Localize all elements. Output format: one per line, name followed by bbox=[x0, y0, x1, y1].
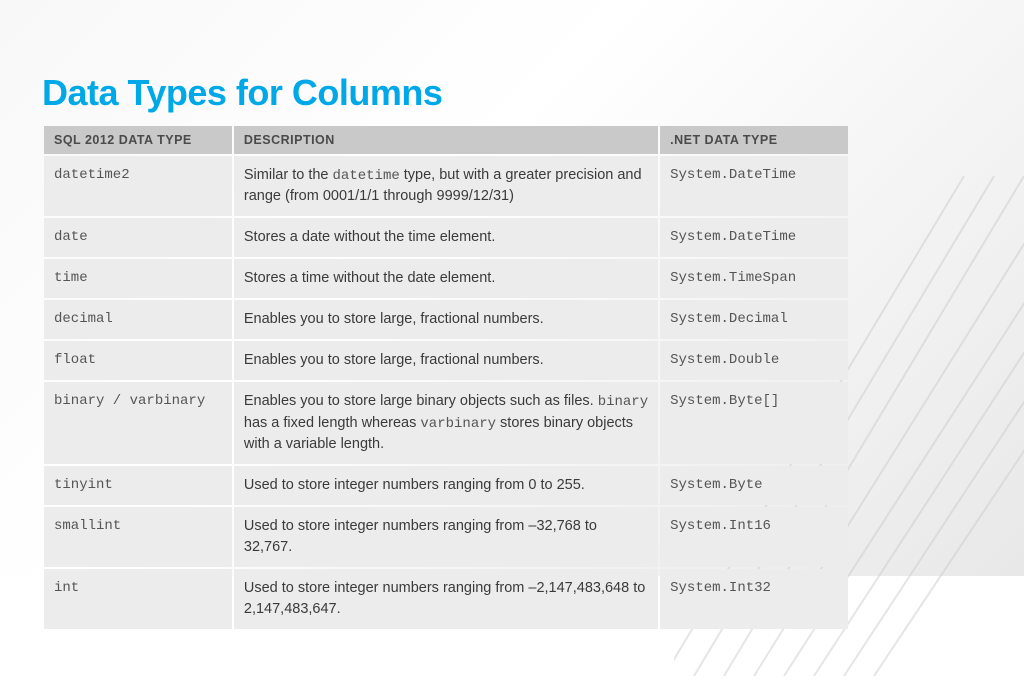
cell-sql-type: int bbox=[44, 569, 232, 629]
header-net: .NET DATA TYPE bbox=[660, 126, 848, 154]
cell-sql-type: tinyint bbox=[44, 466, 232, 505]
cell-sql-type: binary / varbinary bbox=[44, 382, 232, 464]
table-row: tinyintUsed to store integer numbers ran… bbox=[44, 466, 848, 505]
table-row: smallintUsed to store integer numbers ra… bbox=[44, 507, 848, 567]
cell-description: Used to store integer numbers ranging fr… bbox=[234, 507, 658, 567]
cell-net-type: System.DateTime bbox=[660, 218, 848, 257]
cell-net-type: System.DateTime bbox=[660, 156, 848, 216]
cell-description: Enables you to store large, fractional n… bbox=[234, 300, 658, 339]
data-types-table: SQL 2012 DATA TYPE DESCRIPTION .NET DATA… bbox=[42, 124, 850, 631]
cell-sql-type: datetime2 bbox=[44, 156, 232, 216]
cell-sql-type: decimal bbox=[44, 300, 232, 339]
table-row: timeStores a time without the date eleme… bbox=[44, 259, 848, 298]
cell-description: Stores a time without the date element. bbox=[234, 259, 658, 298]
cell-net-type: System.Byte bbox=[660, 466, 848, 505]
table-header-row: SQL 2012 DATA TYPE DESCRIPTION .NET DATA… bbox=[44, 126, 848, 154]
cell-net-type: System.Int16 bbox=[660, 507, 848, 567]
table-row: datetime2Similar to the datetime type, b… bbox=[44, 156, 848, 216]
cell-net-type: System.Byte[] bbox=[660, 382, 848, 464]
cell-description: Enables you to store large binary object… bbox=[234, 382, 658, 464]
header-description: DESCRIPTION bbox=[234, 126, 658, 154]
cell-sql-type: smallint bbox=[44, 507, 232, 567]
cell-net-type: System.Decimal bbox=[660, 300, 848, 339]
cell-net-type: System.Int32 bbox=[660, 569, 848, 629]
cell-description: Similar to the datetime type, but with a… bbox=[234, 156, 658, 216]
table-row: binary / varbinaryEnables you to store l… bbox=[44, 382, 848, 464]
header-sql: SQL 2012 DATA TYPE bbox=[44, 126, 232, 154]
page-title: Data Types for Columns bbox=[42, 72, 982, 114]
cell-sql-type: date bbox=[44, 218, 232, 257]
table-row: decimalEnables you to store large, fract… bbox=[44, 300, 848, 339]
cell-net-type: System.TimeSpan bbox=[660, 259, 848, 298]
cell-sql-type: float bbox=[44, 341, 232, 380]
table-row: floatEnables you to store large, fractio… bbox=[44, 341, 848, 380]
cell-net-type: System.Double bbox=[660, 341, 848, 380]
cell-description: Stores a date without the time element. bbox=[234, 218, 658, 257]
table-row: intUsed to store integer numbers ranging… bbox=[44, 569, 848, 629]
table-row: dateStores a date without the time eleme… bbox=[44, 218, 848, 257]
cell-description: Used to store integer numbers ranging fr… bbox=[234, 569, 658, 629]
cell-sql-type: time bbox=[44, 259, 232, 298]
cell-description: Enables you to store large, fractional n… bbox=[234, 341, 658, 380]
cell-description: Used to store integer numbers ranging fr… bbox=[234, 466, 658, 505]
